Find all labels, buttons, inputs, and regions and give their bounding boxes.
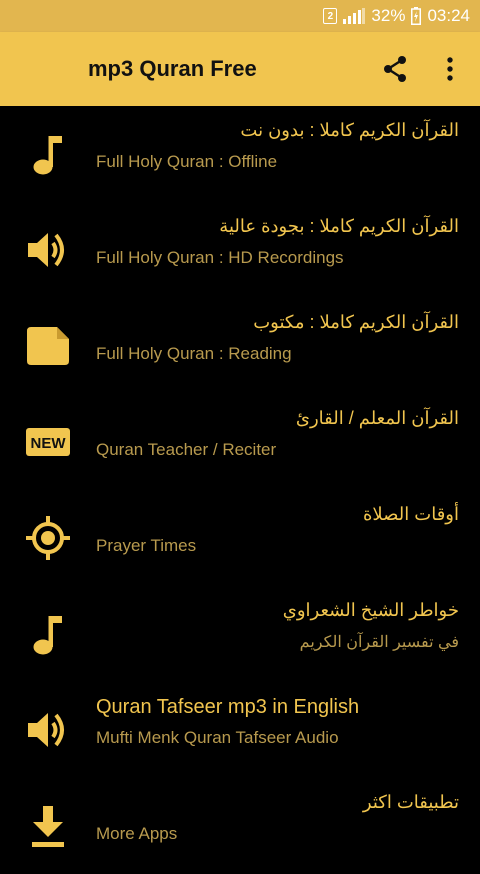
item-subtitle: More Apps <box>96 824 178 843</box>
document-icon <box>27 327 69 365</box>
new-badge-text: NEW <box>31 435 67 452</box>
music-note-icon <box>33 616 62 655</box>
share-icon[interactable] <box>380 54 410 84</box>
item-title: أوقات الصلاة <box>363 504 459 524</box>
app-title: mp3 Quran Free <box>88 56 257 81</box>
item-title: تطبيقات اكثر <box>362 792 459 812</box>
list-item-offline-quran[interactable]: القرآن الكريم كاملا : بدون نت Full Holy … <box>0 106 480 202</box>
music-note-icon <box>33 136 62 175</box>
item-title: القرآن الكريم كاملا : بدون نت <box>240 120 459 140</box>
list-item-more-apps[interactable]: تطبيقات اكثر More Apps <box>0 778 480 874</box>
clock: 03:24 <box>427 6 470 25</box>
list-item-shaarawi[interactable]: خواطر الشيخ الشعراوي في تفسير القرآن الك… <box>0 586 480 682</box>
sim-indicator: 2 <box>323 8 338 24</box>
item-subtitle: Prayer Times <box>96 536 197 555</box>
battery-icon <box>411 7 422 25</box>
item-subtitle: Mufti Menk Quran Tafseer Audio <box>96 728 339 747</box>
gps-target-icon <box>26 516 70 560</box>
item-subtitle: Full Holy Quran : Reading <box>96 344 292 363</box>
speaker-icon <box>28 713 64 747</box>
item-title: القرآن الكريم كاملا : مكتوب <box>253 312 459 332</box>
item-subtitle: في تفسير القرآن الكريم <box>299 634 459 651</box>
item-title: Quran Tafseer mp3 in English <box>96 696 360 718</box>
list-item-reading[interactable]: القرآن الكريم كاملا : مكتوب Full Holy Qu… <box>0 298 480 394</box>
item-subtitle: Quran Teacher / Reciter <box>96 440 277 459</box>
app-bar: mp3 Quran Free <box>0 32 480 106</box>
item-title: خواطر الشيخ الشعراوي <box>282 600 459 620</box>
signal-icon <box>343 8 366 24</box>
speaker-icon <box>28 233 64 267</box>
new-badge-icon: NEW <box>26 428 70 456</box>
battery-percent: 32% <box>371 6 406 25</box>
list-item-teacher[interactable]: NEW القرآن المعلم / القارئ Quran Teacher… <box>0 394 480 490</box>
list-item-hd-recordings[interactable]: القرآن الكريم كاملا : بجودة عالية Full H… <box>0 202 480 298</box>
item-title: القرآن المعلم / القارئ <box>295 408 459 428</box>
list-item-tafseer-english[interactable]: Quran Tafseer mp3 in English Mufti Menk … <box>0 682 480 778</box>
list-item-prayer-times[interactable]: أوقات الصلاة Prayer Times <box>0 490 480 586</box>
item-subtitle: Full Holy Quran : Offline <box>96 152 278 171</box>
item-subtitle: Full Holy Quran : HD Recordings <box>96 248 344 267</box>
item-title: القرآن الكريم كاملا : بجودة عالية <box>219 216 459 236</box>
status-bar: 2 32% 03:24 <box>0 0 480 32</box>
download-icon <box>32 806 64 847</box>
more-options-icon[interactable] <box>440 54 460 84</box>
menu-list: القرآن الكريم كاملا : بدون نت Full Holy … <box>0 106 480 874</box>
